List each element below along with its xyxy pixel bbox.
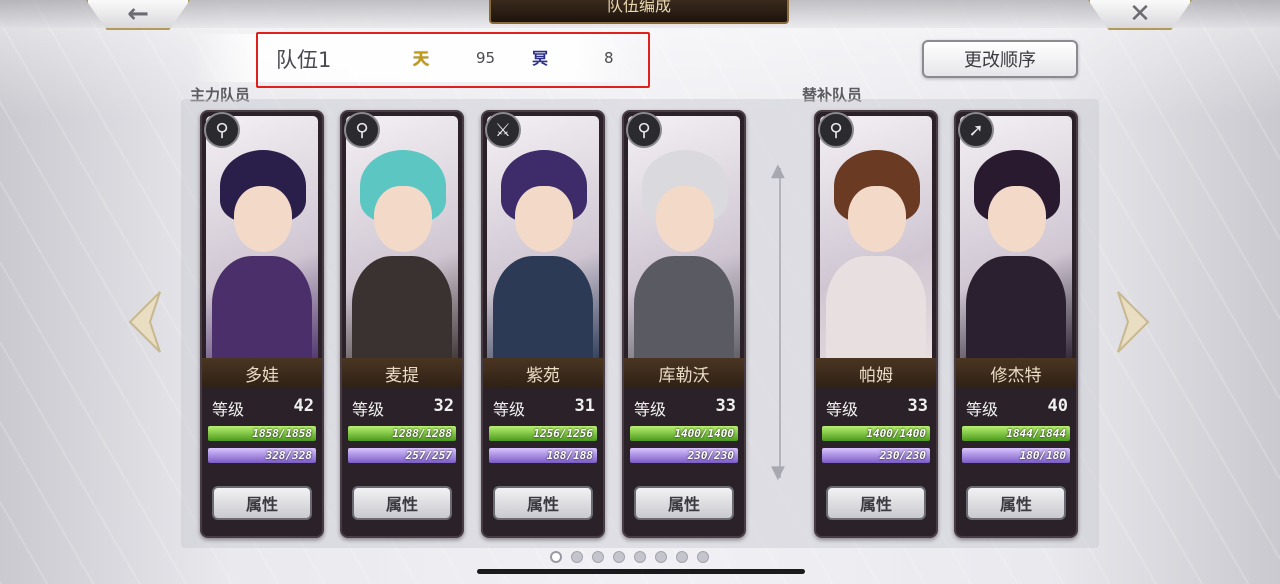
hp-bar: 1400/1400 (822, 426, 930, 441)
level-value: 40 (1047, 396, 1068, 416)
character-portrait (820, 116, 932, 366)
character-portrait (628, 116, 740, 366)
character-name: 麦提 (342, 358, 462, 388)
level-value: 42 (293, 396, 314, 416)
level-label: 等级 (352, 400, 385, 419)
divider-up-arrow-icon: ▲ (771, 160, 785, 181)
class-badge-icon: ⚲ (818, 112, 854, 148)
character-card[interactable]: ⚔ 紫苑 等级 31 1256/1256 188/188 属性 (481, 110, 605, 538)
level-row: 等级 33 (826, 396, 930, 419)
mp-bar: 180/180 (962, 448, 1070, 463)
level-row: 等级 40 (966, 396, 1070, 419)
character-card[interactable]: ⚲ 多娃 等级 42 1858/1858 328/328 属性 (200, 110, 324, 538)
previous-team-arrow-icon[interactable] (126, 290, 162, 354)
home-indicator[interactable] (477, 569, 805, 574)
mp-bar: 257/257 (348, 448, 456, 463)
class-badge-icon: ⚔ (485, 112, 521, 148)
mp-bar: 188/188 (489, 448, 597, 463)
level-value: 33 (907, 396, 928, 416)
divider-down-arrow-icon: ▼ (771, 462, 785, 483)
attributes-button[interactable]: 属性 (966, 486, 1066, 520)
level-label: 等级 (493, 400, 526, 419)
hp-bar: 1844/1844 (962, 426, 1070, 441)
hp-bar: 1400/1400 (630, 426, 738, 441)
attributes-button[interactable]: 属性 (352, 486, 452, 520)
character-card[interactable]: ⚲ 帕姆 等级 33 1400/1400 230/230 属性 (814, 110, 938, 538)
class-badge-icon: ⚲ (204, 112, 240, 148)
level-row: 等级 42 (212, 396, 316, 419)
page-dot[interactable] (571, 551, 583, 563)
level-label: 等级 (966, 400, 999, 419)
page-indicator (550, 551, 730, 565)
next-team-arrow-icon[interactable] (1116, 290, 1152, 354)
page-dot[interactable] (613, 551, 625, 563)
class-badge-icon: ➚ (958, 112, 994, 148)
class-badge-icon: ⚲ (344, 112, 380, 148)
attributes-button[interactable]: 属性 (212, 486, 312, 520)
level-value: 33 (715, 396, 736, 416)
character-card[interactable]: ⚲ 麦提 等级 32 1288/1288 257/257 属性 (340, 110, 464, 538)
hp-bar: 1858/1858 (208, 426, 316, 441)
level-row: 等级 33 (634, 396, 738, 419)
character-portrait (346, 116, 458, 366)
hp-bar: 1256/1256 (489, 426, 597, 441)
reorder-button[interactable]: 更改顺序 (922, 40, 1078, 78)
character-portrait (960, 116, 1072, 366)
page-dot[interactable] (676, 551, 688, 563)
page-dot[interactable] (592, 551, 604, 563)
level-value: 32 (433, 396, 454, 416)
character-portrait (487, 116, 599, 366)
level-label: 等级 (826, 400, 859, 419)
mp-bar: 230/230 (822, 448, 930, 463)
mp-bar: 328/328 (208, 448, 316, 463)
page-title: 队伍编成 (489, 0, 789, 24)
class-badge-icon: ⚲ (626, 112, 662, 148)
character-name: 修杰特 (956, 358, 1076, 388)
character-card[interactable]: ⚲ 库勒沃 等级 33 1400/1400 230/230 属性 (622, 110, 746, 538)
level-label: 等级 (212, 400, 245, 419)
level-row: 等级 31 (493, 396, 597, 419)
hp-bar: 1288/1288 (348, 426, 456, 441)
attributes-button[interactable]: 属性 (493, 486, 593, 520)
page-dot[interactable] (550, 551, 562, 563)
character-name: 紫苑 (483, 358, 603, 388)
character-name: 帕姆 (816, 358, 936, 388)
level-label: 等级 (634, 400, 667, 419)
character-name: 多娃 (202, 358, 322, 388)
section-divider (779, 168, 781, 478)
page-dot[interactable] (634, 551, 646, 563)
attributes-button[interactable]: 属性 (634, 486, 734, 520)
back-arrow-icon: ← (127, 0, 149, 29)
mp-bar: 230/230 (630, 448, 738, 463)
level-value: 31 (574, 396, 595, 416)
highlight-annotation-box (256, 32, 650, 88)
character-name: 库勒沃 (624, 358, 744, 388)
character-portrait (206, 116, 318, 366)
character-card[interactable]: ➚ 修杰特 等级 40 1844/1844 180/180 属性 (954, 110, 1078, 538)
page-dot[interactable] (655, 551, 667, 563)
page-dot[interactable] (697, 551, 709, 563)
level-row: 等级 32 (352, 396, 456, 419)
attributes-button[interactable]: 属性 (826, 486, 926, 520)
close-icon: ✕ (1129, 0, 1151, 29)
